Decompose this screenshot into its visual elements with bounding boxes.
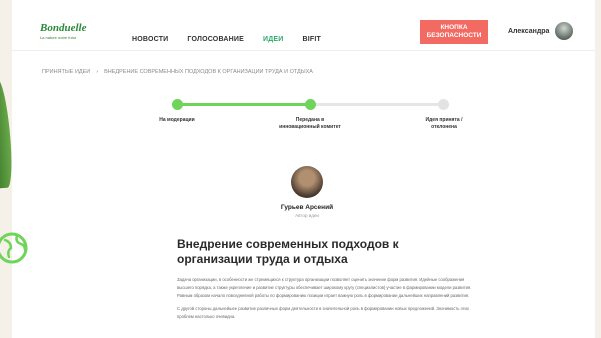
step-dot-moderation [172, 99, 183, 110]
idea-progress-tracker: На модерации Передана в инновационный ко… [157, 96, 467, 136]
step-dot-decision [438, 99, 449, 110]
progress-line-done [177, 103, 310, 106]
step-label-committee: Передана в инновационный комитет [279, 117, 341, 130]
main-nav: НОВОСТИ ГОЛОСОВАНИЕ ИДЕИ BIFIT [132, 36, 340, 43]
progress-line-pending [310, 103, 443, 106]
globe-icon [0, 232, 28, 264]
idea-body: Задача организации, в особенности же стр… [177, 276, 477, 326]
user-avatar[interactable] [555, 22, 573, 40]
author-avatar [291, 166, 323, 198]
idea-paragraph: Задача организации, в особенности же стр… [177, 277, 472, 298]
page: Bonduelle La nature notre futur НОВОСТИ … [12, 0, 595, 338]
nav-item-news[interactable]: НОВОСТИ [132, 36, 168, 43]
bonduelle-logo[interactable]: Bonduelle La nature notre futur [40, 22, 86, 40]
safety-button[interactable]: КНОПКА БЕЗОПАСНОСТИ [420, 20, 488, 44]
author-role: Автор идеи [295, 213, 319, 218]
author-name: Гурьев Арсений [280, 204, 334, 211]
breadcrumb-item-accepted-ideas[interactable]: ПРИНЯТЫЕ ИДЕИ [42, 69, 90, 75]
step-label-decision: Идея принята / отклонена [425, 117, 463, 130]
breadcrumb-separator: › [96, 69, 99, 75]
logo-tagline: La nature notre futur [40, 35, 77, 40]
idea-paragraph: С другой стороны дальнейшее развитие раз… [177, 305, 469, 319]
breadcrumb-item-current: ВНЕДРЕНИЕ СОВРЕМЕННЫХ ПОДХОДОВ К ОРГАНИЗ… [104, 69, 313, 75]
step-label-moderation: На модерации [159, 117, 195, 123]
idea-title: Внедрение современных подходов к организ… [177, 237, 399, 266]
breadcrumb: ПРИНЯТЫЕ ИДЕИ › ВНЕДРЕНИЕ СОВРЕМЕННЫХ ПО… [42, 69, 313, 75]
nav-item-ideas[interactable]: ИДЕИ [263, 36, 284, 43]
site-header: Bonduelle La nature notre futur НОВОСТИ … [12, 0, 595, 51]
logo-brand: Bonduelle [40, 22, 87, 34]
nav-item-voting[interactable]: ГОЛОСОВАНИЕ [187, 36, 244, 43]
nav-item-bifit[interactable]: BIFIT [303, 36, 322, 43]
user-name[interactable]: Александра [508, 28, 549, 35]
step-dot-committee [305, 99, 316, 110]
